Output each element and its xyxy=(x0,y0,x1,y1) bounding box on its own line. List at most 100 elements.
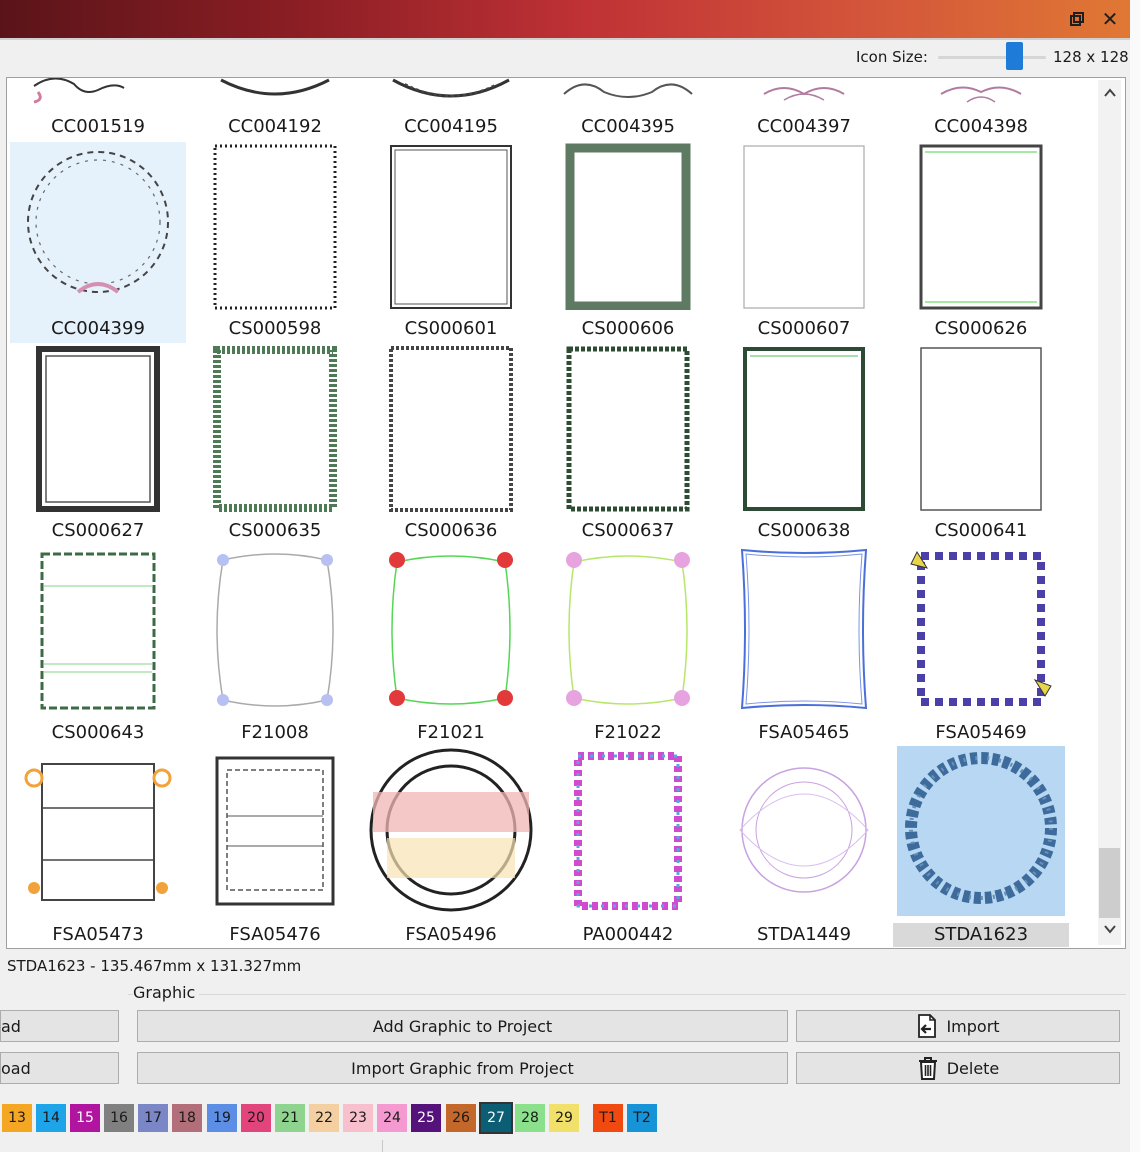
vertical-scrollbar[interactable] xyxy=(1098,80,1121,945)
restore-window-icon[interactable] xyxy=(1067,9,1087,29)
color-chip[interactable]: 22 xyxy=(309,1104,339,1132)
color-chip[interactable]: 13 xyxy=(2,1104,32,1132)
graphic-thumbnail xyxy=(897,78,1065,110)
graphic-tile-label: CC004192 xyxy=(228,116,322,137)
color-chip[interactable]: T1 xyxy=(593,1104,623,1132)
graphic-tile-label: STDA1623 xyxy=(893,923,1069,947)
graphic-thumbnail xyxy=(191,78,359,110)
graphic-tile[interactable]: F21008 xyxy=(187,546,363,747)
icon-size-slider-track[interactable] xyxy=(938,56,1046,59)
color-chip[interactable]: 25 xyxy=(411,1104,441,1132)
color-chip[interactable]: 18 xyxy=(172,1104,202,1132)
selection-status: STDA1623 - 135.467mm x 131.327mm xyxy=(7,957,302,975)
scroll-up-icon[interactable] xyxy=(1101,86,1119,104)
color-chip[interactable]: 17 xyxy=(138,1104,168,1132)
graphic-thumbnail xyxy=(897,344,1065,512)
graphic-tile[interactable]: CC004395 xyxy=(540,78,716,141)
graphic-tile[interactable]: CS000627 xyxy=(10,344,186,545)
graphic-tile[interactable]: CS000601 xyxy=(363,142,539,343)
load-button-partial[interactable]: ad xyxy=(0,1010,119,1042)
graphic-thumbnail xyxy=(191,748,359,916)
import-file-icon xyxy=(916,1014,938,1038)
graphic-thumbnail xyxy=(14,142,182,310)
graphic-thumbnail xyxy=(14,344,182,512)
color-chip[interactable]: 19 xyxy=(207,1104,237,1132)
graphic-tile[interactable]: CS000636 xyxy=(363,344,539,545)
color-chip[interactable]: 28 xyxy=(515,1104,545,1132)
graphic-tile[interactable]: CS000643 xyxy=(10,546,186,747)
graphic-tile[interactable]: CS000637 xyxy=(540,344,716,545)
graphic-tile[interactable]: PA000442 xyxy=(540,748,716,949)
graphic-tile[interactable]: FSA05473 xyxy=(10,748,186,949)
color-chip[interactable]: 20 xyxy=(241,1104,271,1132)
graphic-tile[interactable]: STDA1623 xyxy=(893,746,1069,949)
graphic-tile[interactable]: CC001519 xyxy=(10,78,186,141)
divider xyxy=(382,1140,383,1152)
graphic-tile[interactable]: CS000635 xyxy=(187,344,363,545)
scroll-down-icon[interactable] xyxy=(1101,922,1119,940)
graphic-tile-label: FSA05469 xyxy=(935,722,1027,743)
graphic-tile[interactable]: FSA05476 xyxy=(187,748,363,949)
graphic-tile[interactable]: CS000606 xyxy=(540,142,716,343)
graphic-thumbnail xyxy=(367,748,535,916)
graphic-thumbnail xyxy=(14,78,182,110)
graphic-thumbnail xyxy=(191,546,359,714)
color-chip[interactable]: 14 xyxy=(36,1104,66,1132)
graphic-tile[interactable]: CS000598 xyxy=(187,142,363,343)
graphic-tile[interactable]: F21022 xyxy=(540,546,716,747)
graphic-thumbnail xyxy=(367,344,535,512)
icon-size-slider-thumb[interactable] xyxy=(1006,42,1024,70)
graphic-tile[interactable]: CS000607 xyxy=(716,142,892,343)
download-button-partial[interactable]: oad xyxy=(0,1052,119,1084)
color-chip[interactable]: 21 xyxy=(275,1104,305,1132)
graphic-tile[interactable]: CC004195 xyxy=(363,78,539,141)
graphic-thumbnail xyxy=(897,746,1065,916)
graphic-tile[interactable]: CS000638 xyxy=(716,344,892,545)
delete-button[interactable]: Delete xyxy=(796,1052,1120,1084)
color-chip[interactable]: T2 xyxy=(627,1104,657,1132)
window-title-bar: ✕ xyxy=(0,0,1130,40)
graphic-tile-label: F21022 xyxy=(594,722,662,743)
color-chip[interactable]: 29 xyxy=(549,1104,579,1132)
add-graphic-to-project-button[interactable]: Add Graphic to Project xyxy=(137,1010,788,1042)
graphic-tile[interactable]: CS000626 xyxy=(893,142,1069,343)
graphic-tile-label: CC004395 xyxy=(581,116,675,137)
graphic-thumbnail xyxy=(720,748,888,916)
scrollbar-thumb[interactable] xyxy=(1099,848,1120,918)
import-graphic-from-project-button[interactable]: Import Graphic from Project xyxy=(137,1052,788,1084)
graphic-tile-label: FSA05465 xyxy=(758,722,850,743)
color-chip[interactable]: 16 xyxy=(104,1104,134,1132)
graphic-tile-label: F21008 xyxy=(241,722,309,743)
graphic-tile[interactable]: F21021 xyxy=(363,546,539,747)
graphic-thumbnail xyxy=(544,344,712,512)
graphic-tile-label: CS000627 xyxy=(51,520,145,541)
graphic-tile-label: CS000598 xyxy=(228,318,322,339)
graphic-tile[interactable]: CC004399 xyxy=(10,142,186,343)
graphic-tile[interactable]: CC004192 xyxy=(187,78,363,141)
icon-size-label: Icon Size: xyxy=(856,48,928,66)
close-icon[interactable]: ✕ xyxy=(1100,7,1120,31)
import-button[interactable]: Import xyxy=(796,1010,1120,1042)
graphic-tile-label: CS000601 xyxy=(404,318,498,339)
color-chip[interactable]: 24 xyxy=(377,1104,407,1132)
graphic-thumbnail xyxy=(720,142,888,310)
graphic-tile[interactable]: CS000641 xyxy=(893,344,1069,545)
graphic-tile[interactable]: FSA05496 xyxy=(363,748,539,949)
color-chip[interactable]: 15 xyxy=(70,1104,100,1132)
graphic-tile-label: CS000643 xyxy=(51,722,145,743)
color-chip[interactable]: 23 xyxy=(343,1104,373,1132)
graphic-tile[interactable]: FSA05469 xyxy=(893,546,1069,747)
graphic-tile-label: CC004398 xyxy=(934,116,1028,137)
color-chip[interactable]: 26 xyxy=(446,1104,476,1132)
graphic-thumbnail xyxy=(14,748,182,916)
graphic-tile[interactable]: CC004397 xyxy=(716,78,892,141)
color-chip[interactable]: 27 xyxy=(479,1102,513,1134)
graphic-tile[interactable]: FSA05465 xyxy=(716,546,892,747)
graphic-tile[interactable]: CC004398 xyxy=(893,78,1069,141)
window-edge xyxy=(1130,0,1140,1152)
add-graphic-label: Add Graphic to Project xyxy=(372,1016,553,1036)
graphic-tile[interactable]: STDA1449 xyxy=(716,748,892,949)
graphic-thumbnail xyxy=(897,546,1065,714)
graphic-tile-label: CS000636 xyxy=(404,520,498,541)
graphic-group-label: Graphic xyxy=(133,983,200,1002)
